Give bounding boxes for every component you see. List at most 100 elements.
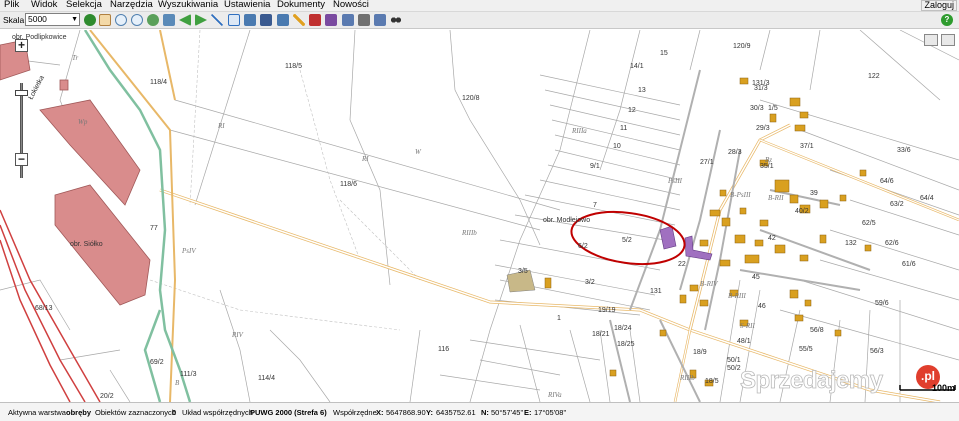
scale-select[interactable]: 5000 ▼ (25, 13, 80, 26)
comment-icon[interactable] (924, 34, 938, 46)
parcel-label: 131 (650, 288, 662, 295)
menu-bar: Plik Widok Selekcja Narzędzia Wyszukiwan… (0, 0, 959, 12)
info-icon[interactable] (84, 14, 96, 26)
arrow-left-icon[interactable] (179, 14, 191, 26)
login-button[interactable]: Zaloguj (921, 0, 957, 11)
landuse-label: RIV (231, 331, 244, 339)
link-icon[interactable] (390, 14, 402, 26)
chart-icon[interactable] (309, 14, 321, 26)
measure-line-icon[interactable] (211, 14, 223, 26)
menu-dokumenty[interactable]: Dokumenty (277, 0, 325, 10)
identify-icon[interactable] (277, 14, 289, 26)
n-label: N: (481, 408, 489, 417)
parcel-label: 64/6 (880, 178, 894, 185)
crs-value: PUWG 2000 (Strefa 6) (250, 408, 327, 417)
map-svg: 120/914/115122131/331/31330/3 1/51211 29/3… (0, 30, 959, 402)
landuse-label: B-RIII (728, 292, 747, 300)
parcel-label: 122 (868, 73, 880, 80)
export-icon[interactable] (374, 14, 386, 26)
zoom-in-icon[interactable] (115, 14, 127, 26)
parcel-label: 77 (150, 225, 158, 232)
parcel-label: 22 (678, 261, 686, 268)
zoom-slider-handle[interactable] (15, 90, 28, 96)
globe-icon[interactable] (147, 14, 159, 26)
pan-hand-icon[interactable] (99, 14, 111, 26)
active-layer-value: obręby (66, 408, 92, 417)
parcel-label: 19/19 (598, 307, 616, 314)
menu-widok[interactable]: Widok (31, 0, 57, 10)
parcel-label: 6/2 (578, 243, 588, 250)
status-bar: Aktywna warstwa obręby Obiektów zaznaczo… (0, 402, 959, 421)
layers-icon[interactable] (260, 14, 272, 26)
parcel-label: 1 (557, 315, 561, 322)
landuse-label: B-RII (768, 194, 784, 202)
select-poly-icon[interactable] (244, 14, 256, 26)
street-label: Łokietka (28, 75, 46, 101)
parcel-label: 28/3 (728, 149, 742, 156)
coords-label: Współrzędne (333, 408, 377, 417)
menu-nowosci[interactable]: Nowości (333, 0, 369, 10)
y-label: Y: (426, 408, 433, 417)
selected-count-label: Obiektów zaznaczonych (95, 408, 176, 417)
select-rect-icon[interactable] (228, 14, 240, 26)
parcel-label: 59/6 (875, 300, 889, 307)
parcel-label: 56/8 (810, 327, 824, 334)
zoom-in-button[interactable]: + (15, 39, 28, 52)
landuse-boundaries (149, 30, 421, 331)
menu-selekcja[interactable]: Selekcja (66, 0, 102, 10)
parcel-label: 40/2 (795, 208, 809, 215)
menu-narzedzia[interactable]: Narzędzia (110, 0, 153, 10)
save-icon[interactable] (342, 14, 354, 26)
parcel-label: 50/2 (727, 365, 741, 372)
parcel-label: 120/8 (462, 95, 480, 102)
full-extent-icon[interactable] (163, 14, 175, 26)
parcel-label: 35/1 (760, 163, 774, 170)
parcel-label: 37/1 (800, 143, 814, 150)
parcel-label: 111/3 (180, 371, 197, 378)
parcel-label: 68/13 (35, 305, 53, 312)
parcel-label: 118/5 (285, 63, 302, 70)
watermark-text: Sprzedajemy (740, 367, 884, 395)
parcel-label: 14/1 (630, 63, 644, 70)
parcel-label: 116 (438, 346, 449, 353)
parcel-label: 15 (660, 50, 668, 57)
small-buildings (544, 77, 872, 387)
n-value: 50°57'45" (491, 408, 524, 417)
landuse-label: RIIIa (571, 127, 587, 135)
parcel-label: 12 (628, 107, 636, 114)
zoom-out-icon[interactable] (131, 14, 143, 26)
pencil-icon[interactable] (293, 14, 305, 26)
parcel-label: 33/6 (897, 147, 911, 154)
parcel-label: 118/6 (340, 181, 357, 188)
menu-ustawienia[interactable]: Ustawienia (224, 0, 270, 10)
parcel-label: 120/9 (733, 43, 751, 50)
selected-count-value: 0 (172, 408, 177, 417)
zoom-out-button[interactable]: − (15, 153, 28, 166)
print-icon[interactable] (358, 14, 370, 26)
landuse-label: RI (361, 155, 369, 163)
x-label: X: (376, 408, 384, 417)
layers-panel-icon[interactable] (941, 34, 955, 46)
arrow-right-icon[interactable] (195, 14, 207, 26)
menu-wyszukiwania[interactable]: Wyszukiwania (158, 0, 218, 10)
landuse-label: RIIIb (461, 229, 477, 237)
landuse-label: B-RIV (700, 280, 718, 288)
parcel-label: 18/24 (614, 325, 632, 332)
active-layer-label: Aktywna warstwa (8, 408, 66, 417)
landuse-label: Wp (78, 118, 88, 126)
menu-plik[interactable]: Plik (4, 0, 19, 10)
parcel-boundaries (0, 30, 959, 402)
landuse-label: W (415, 148, 422, 156)
help-icon[interactable]: ? (941, 14, 953, 26)
crs-label: Układ współrzędnych (182, 408, 253, 417)
parcel-label: 50/1 (727, 357, 741, 364)
roads (89, 30, 959, 402)
parcel-label: 18/5 (705, 378, 719, 385)
parcel-label: 42 (768, 235, 776, 242)
map-canvas[interactable]: 120/9 14/1 15 122 131/3 31/3 13 30/3 1/5 12 11 29/3… (0, 30, 959, 402)
parcel-label: 27/1 (700, 159, 714, 166)
edit-icon[interactable] (325, 14, 337, 26)
chevron-down-icon: ▼ (71, 16, 78, 23)
parcel-label: 29/3 (756, 125, 770, 132)
parcel-label: 20/2 (100, 393, 114, 400)
